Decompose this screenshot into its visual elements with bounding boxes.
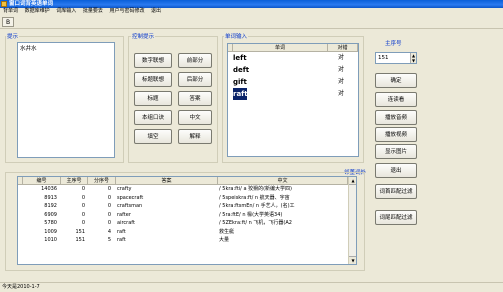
mark-cell[interactable]: 对 — [338, 64, 344, 76]
hint-list-item[interactable]: 水井水 — [18, 43, 114, 53]
word-cell[interactable]: gift — [233, 76, 328, 88]
word-input-grid[interactable]: 单词 对错 left 对 deft 对 gift 对 raft 对 — [227, 43, 359, 157]
show-image-button[interactable]: 显示图片 — [375, 144, 417, 159]
id-cell[interactable]: 1009 — [23, 228, 57, 237]
answer-cell[interactable]: crafty — [117, 185, 217, 194]
window-title: 窗口词背英语单词 — [9, 1, 54, 7]
table-scrollbar[interactable]: ▲ ▼ — [348, 177, 356, 264]
toolbar: B — [0, 15, 503, 29]
title-bar: 窗口词背英语单词 — [0, 0, 503, 8]
sub-cell[interactable]: 0 — [88, 219, 111, 228]
hint-list[interactable]: 水井水 — [17, 42, 115, 158]
group-mnemonic-button[interactable]: 本组口诀 — [134, 110, 172, 125]
scroll-up-icon[interactable]: ▲ — [349, 177, 356, 185]
app-icon — [1, 1, 7, 7]
word-cell-selected[interactable]: raft — [233, 88, 247, 100]
answer-cell[interactable]: craftsman — [117, 202, 217, 211]
cn-cell[interactable]: / 5speiskra:ft/ n 航天器、宇宙 — [219, 194, 347, 203]
id-cell[interactable]: 6909 — [23, 211, 57, 220]
answer-cell[interactable]: raft — [117, 236, 217, 245]
chinese-button[interactable]: 中文 — [178, 110, 212, 125]
order-value[interactable]: 151 — [378, 55, 389, 61]
id-cell[interactable]: 5780 — [23, 219, 57, 228]
main-cell[interactable]: 151 — [61, 228, 85, 237]
cn-header[interactable]: 中文 — [218, 177, 348, 185]
id-cell[interactable]: 8192 — [23, 202, 57, 211]
order-spinner[interactable]: 151 ▲ ▼ — [375, 52, 417, 64]
sub-cell[interactable]: 5 — [88, 236, 111, 245]
play-video-button[interactable]: 播放视频 — [375, 127, 417, 142]
main-cell[interactable]: 0 — [61, 185, 85, 194]
fill-blank-button[interactable]: 填空 — [134, 129, 172, 144]
id-cell[interactable]: 8913 — [23, 194, 57, 203]
answer-cell[interactable]: spacecraft — [117, 194, 217, 203]
menu-item-user[interactable]: 用户与密码修改 — [109, 8, 144, 14]
confirm-button[interactable]: 确定 — [375, 73, 417, 88]
id-cell[interactable]: 14036 — [23, 185, 57, 194]
cn-cell[interactable]: / 5ZEkra:ft/ n 飞机，飞行器(A2 — [219, 219, 347, 228]
main-cell[interactable]: 0 — [61, 194, 85, 203]
main-cell[interactable]: 0 — [61, 211, 85, 220]
main-cell[interactable]: 0 — [61, 219, 85, 228]
main-cell[interactable]: 0 — [61, 202, 85, 211]
answer-cell[interactable]: aircraft — [117, 219, 217, 228]
sub-cell[interactable]: 0 — [88, 202, 111, 211]
word-cell[interactable]: left — [233, 52, 328, 64]
title-button[interactable]: 标题 — [134, 91, 172, 106]
title-hint-button[interactable]: 标题联想 — [134, 72, 172, 87]
word-rows: left 对 deft 对 gift 对 raft 对 — [228, 52, 358, 100]
explain-button[interactable]: 解释 — [178, 129, 212, 144]
front-part-button[interactable]: 前部分 — [178, 53, 212, 68]
cn-cell[interactable]: 救生艇 — [219, 228, 347, 237]
answer-button[interactable]: 答案 — [178, 91, 212, 106]
digit-hint-button[interactable]: 数字联想 — [134, 53, 172, 68]
cn-cell[interactable]: / 5kra:ftsmEn/ n 手艺人，(名)工 — [219, 202, 347, 211]
mark-header[interactable]: 对错 — [328, 44, 358, 52]
cn-cell[interactable]: / 5ra:ftE/ n 椽(大学英语34) — [219, 211, 347, 220]
word-header[interactable]: 单词 — [233, 44, 328, 52]
status-bar: 今天是2010-1-7 — [0, 282, 503, 291]
sub-header[interactable]: 分序号 — [88, 177, 116, 185]
menu-item-exit[interactable]: 退出 — [151, 8, 161, 14]
back-part-button[interactable]: 后部分 — [178, 72, 212, 87]
hint-label: 提示 — [6, 32, 20, 40]
toolbar-button[interactable]: B — [2, 17, 14, 27]
answer-header[interactable]: 答案 — [116, 177, 218, 185]
menu-item-db[interactable]: 数据库维护 — [25, 8, 50, 14]
spinner-arrows-icon[interactable]: ▲ ▼ — [410, 53, 416, 63]
word-cell[interactable]: deft — [233, 64, 328, 76]
main-cell[interactable]: 151 — [61, 236, 85, 245]
scroll-down-icon[interactable]: ▼ — [349, 256, 356, 264]
sub-cell[interactable]: 0 — [88, 211, 111, 220]
sub-cell[interactable]: 0 — [88, 185, 111, 194]
menu-item-batch[interactable]: 批量要去 — [83, 8, 103, 14]
control-label: 控制提示 — [131, 32, 156, 40]
answer-cell[interactable]: rafter — [117, 211, 217, 220]
id-header[interactable]: 编号 — [23, 177, 61, 185]
mark-cell[interactable]: 对 — [338, 76, 344, 88]
cn-cell[interactable]: / 5kra:fti/ a 狡猾的(新编大学四) — [219, 185, 347, 194]
nearby-table[interactable]: 编号 主序号 分序号 答案 中文 14036 0 0 crafty / 5kra… — [17, 176, 357, 265]
prefix-filter-button[interactable]: 词首匹配过滤 — [375, 184, 417, 199]
menu-item-input[interactable]: 词库输入 — [56, 8, 76, 14]
main-header[interactable]: 主序号 — [61, 177, 88, 185]
status-text: 今天是2010-1-7 — [2, 284, 40, 290]
answer-cell[interactable]: raft — [117, 228, 217, 237]
sub-cell[interactable]: 4 — [88, 228, 111, 237]
word-input-label: 单词输入 — [224, 32, 249, 40]
id-cell[interactable]: 1010 — [23, 236, 57, 245]
menu-item-study[interactable]: 背单词 — [3, 8, 18, 14]
exit-button[interactable]: 退出 — [375, 163, 417, 178]
suffix-filter-button[interactable]: 词尾匹配过滤 — [375, 210, 417, 225]
mark-cell[interactable]: 对 — [338, 88, 344, 100]
sub-cell[interactable]: 0 — [88, 194, 111, 203]
mark-cell[interactable]: 对 — [338, 52, 344, 64]
cn-cell[interactable]: 大量 — [219, 236, 347, 245]
play-audio-button[interactable]: 播放音频 — [375, 110, 417, 125]
read-button[interactable]: 连读看 — [375, 92, 417, 107]
menu-bar: 背单词 数据库维护 词库输入 批量要去 用户与密码修改 退出 — [0, 8, 503, 15]
order-label: 主序号 — [384, 39, 403, 47]
